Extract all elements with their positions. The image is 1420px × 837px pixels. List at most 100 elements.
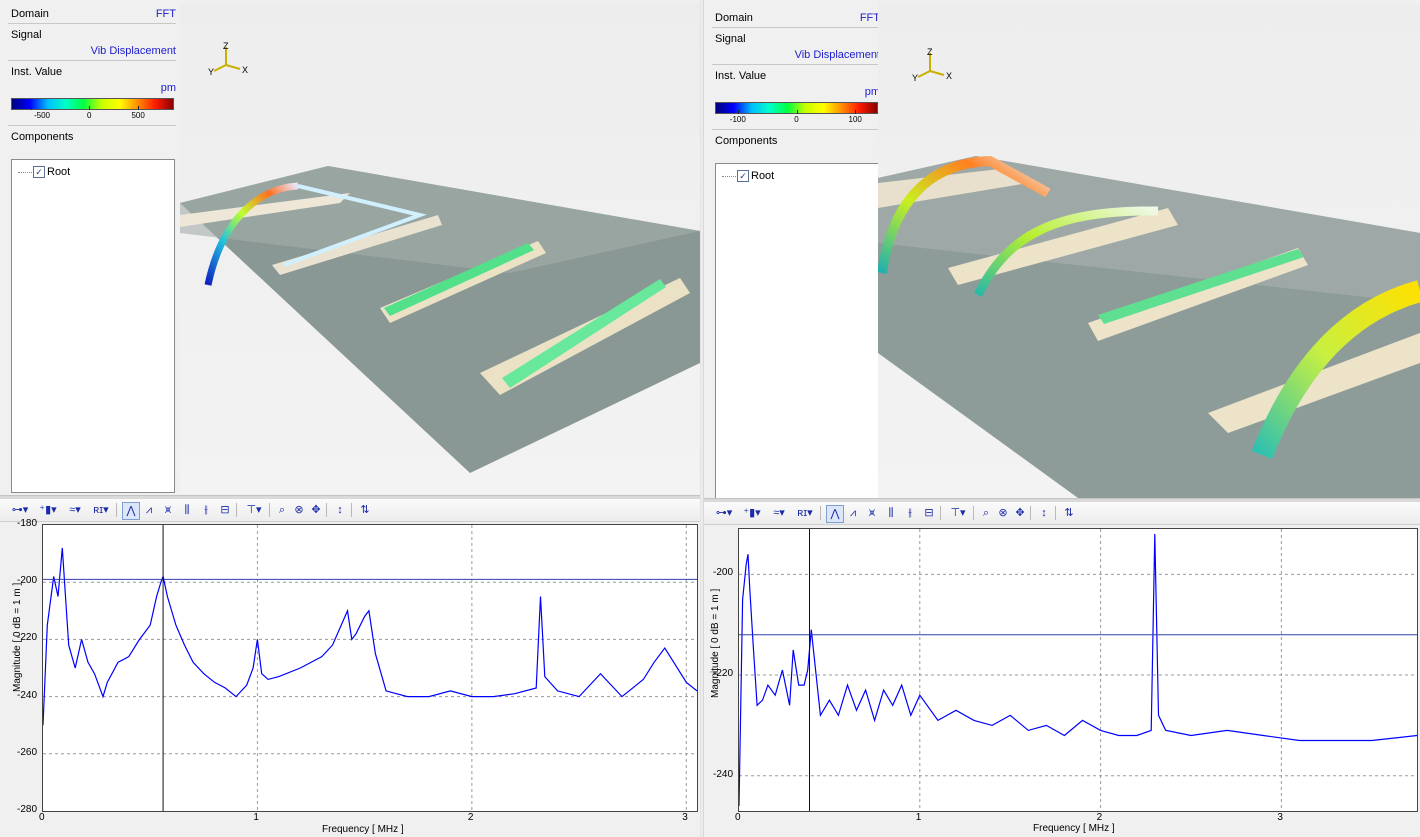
legend-tick-mark [89,106,91,110]
link-tool-icon[interactable]: ⊶▾ [712,505,736,521]
zoom-in-icon[interactable]: ⌕ [275,502,289,518]
tree-item-root[interactable]: ✓ Root [722,169,774,183]
toolbar-separator [940,506,941,520]
legend-tick-label: -500 [33,111,50,120]
left-spectrum-svg[interactable] [42,525,698,811]
left-3d-viewport[interactable]: Z Y X [180,3,700,494]
axis-y-label: Y [208,67,215,77]
y-tick-label: -200 [16,575,37,587]
marker-pin-icon[interactable]: ⊤▾ [242,502,266,518]
value-row: Inst. Value [712,68,880,84]
domain-value[interactable]: FFT [156,6,176,22]
left-3d-scene[interactable] [180,3,700,494]
domain-row: Domain FFT [712,10,880,26]
x-tick-label: 1 [253,812,259,823]
scale-icon[interactable]: ↕ [1036,505,1052,521]
link-tool-icon[interactable]: ⊶▾ [8,502,32,518]
marker-tool-icon[interactable]: ⁺▮▾ [739,505,765,521]
marker-pin-icon[interactable]: ⊤▾ [946,505,970,521]
right-plot-region: Magnitude [ 0 dB = 1 m ] Frequency [ MHz… [704,526,1420,837]
divider [8,125,176,126]
toolbar-separator [116,503,117,517]
y-tick-label: -220 [712,668,733,680]
components-tree[interactable]: ✓ Root [715,163,879,503]
harmonic-cursor-icon[interactable]: ⫲ [198,502,214,518]
toolbar-separator [236,503,237,517]
y-tick-labels: -180 -200 -220 -240 -260 -280 [0,518,40,815]
cursor-pair-icon[interactable]: ⇅ [357,502,373,518]
legend-tick-mark [30,106,32,110]
peak-view-icon[interactable]: ⋀ [826,505,844,523]
value-row: Inst. Value [8,64,176,80]
ri-ap-tool-icon[interactable]: ʀɪ▾ [793,505,817,521]
signal-row: Signal [712,31,880,47]
unit-row: pm [712,84,880,100]
divider [712,27,880,28]
components-tree[interactable]: ✓ Root [11,159,175,493]
unit-value[interactable]: pm [161,80,176,96]
peak-view-icon[interactable]: ⋀ [122,502,140,520]
right-spectrum-plot[interactable] [738,528,1418,812]
ri-ap-tool-icon[interactable]: ʀɪ▾ [89,502,113,518]
components-title: Components [11,131,74,143]
zoom-fit-icon[interactable]: ⊗ [996,505,1010,521]
left-analysis-pane: Domain FFT Signal Vib Displacement Inst.… [0,0,700,837]
tree-item-root[interactable]: ✓ Root [18,165,70,179]
x-tick-label: 2 [1096,812,1103,823]
peak-view-2-icon[interactable]: ⩘ [141,502,157,518]
divider [712,129,880,130]
cursor-pair-icon[interactable]: ⇅ [1061,505,1077,521]
peak-view-3-icon[interactable]: ⩙ [160,502,176,518]
axis-z-label: Z [927,47,933,57]
right-3d-scene[interactable] [878,3,1420,498]
value-label: Inst. Value [11,66,63,78]
average-view-icon[interactable]: ⊟ [921,505,937,521]
checkbox-checked-icon[interactable]: ✓ [737,170,749,183]
plot-toolbar: ⊶▾ ⁺▮▾ ≈▾ ʀɪ▾ ⋀ ⩘ ⩙ ⫼ ⫲ ⊟ ⊤▾ ⌕ ⊗ ✥ ↕ ⇅ [704,502,1420,525]
x-tick-label: 0 [39,812,45,823]
zoom-in-icon[interactable]: ⌕ [979,505,993,521]
right-spectrum-svg[interactable] [738,529,1418,811]
pan-icon[interactable]: ✥ [309,502,323,518]
toolbar-separator [351,503,352,517]
marker-tool-icon[interactable]: ⁺▮▾ [35,502,61,518]
tree-connector [18,171,32,173]
average-view-icon[interactable]: ⊟ [217,502,233,518]
left-properties-panel: Domain FFT Signal Vib Displacement Inst.… [8,6,176,493]
bars-view-icon[interactable]: ⫼ [883,505,899,521]
right-properties-panel: Domain FFT Signal Vib Displacement Inst.… [712,10,880,503]
coordinate-axes-icon: Z Y X [908,47,958,87]
signal-value[interactable]: Vib Displacement [795,47,880,63]
zoom-fit-icon[interactable]: ⊗ [292,502,306,518]
domain-value[interactable]: FFT [860,10,880,26]
legend-tick-label: 0 [794,115,799,124]
wave-tool-icon[interactable]: ≈▾ [64,502,86,518]
x-tick-labels: 0 1 2 3 [39,812,696,826]
wave-tool-icon[interactable]: ≈▾ [768,505,790,521]
toolbar-separator [1030,506,1031,520]
toolbar-separator [269,503,270,517]
bars-view-icon[interactable]: ⫼ [179,502,195,518]
right-3d-viewport[interactable]: Z Y X [878,3,1420,498]
scale-icon[interactable]: ↕ [332,502,348,518]
signal-row: Signal [8,27,176,43]
y-tick-label: -260 [16,746,37,758]
x-tick-label: 3 [1277,812,1283,823]
peak-view-2-icon[interactable]: ⩘ [845,505,861,521]
left-spectrum-plot[interactable] [42,524,698,812]
components-row: Components [712,133,880,149]
toolbar-separator [326,503,327,517]
toolbar-separator [820,506,821,520]
y-tick-label: -280 [16,804,37,815]
legend-tick-label: 0 [87,111,92,120]
legend-tick-label: 500 [131,111,145,120]
x-tick-label: 0 [735,812,741,823]
signal-value[interactable]: Vib Displacement [91,43,176,59]
harmonic-cursor-icon[interactable]: ⫲ [902,505,918,521]
toolbar-separator [1055,506,1056,520]
toolbar-separator [973,506,974,520]
checkbox-checked-icon[interactable]: ✓ [33,166,45,179]
divider [8,23,176,24]
peak-view-3-icon[interactable]: ⩙ [864,505,880,521]
pan-icon[interactable]: ✥ [1013,505,1027,521]
